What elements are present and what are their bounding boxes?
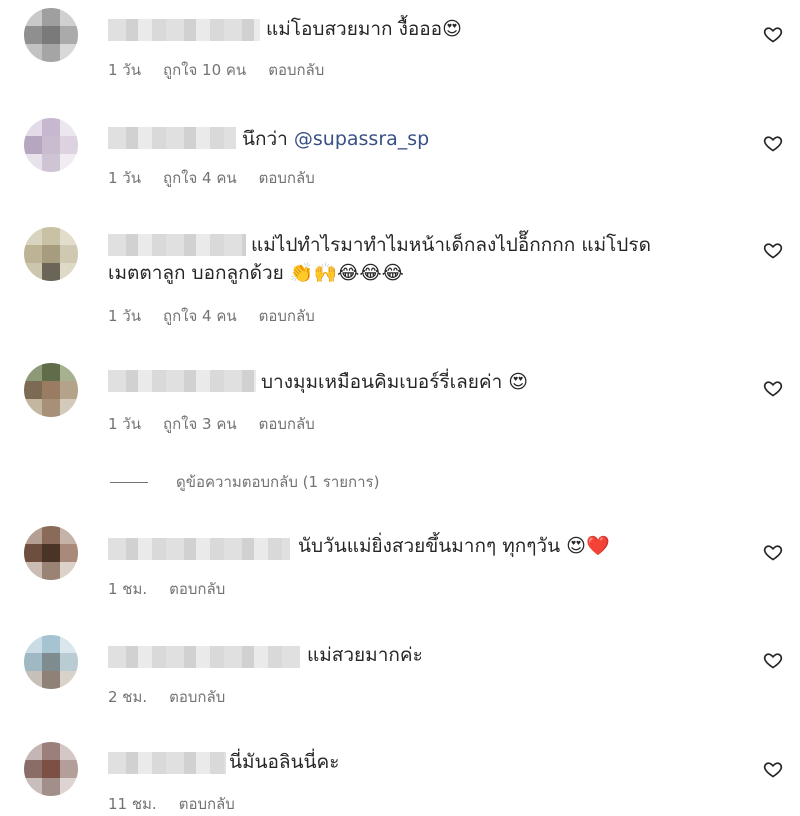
username-blurred[interactable] <box>108 538 290 560</box>
username-blurred[interactable] <box>108 127 236 149</box>
heart-outline-icon[interactable] <box>763 759 783 779</box>
avatar[interactable] <box>24 363 78 417</box>
reply-button[interactable]: ตอบกลับ <box>169 580 225 598</box>
comment-meta: 1 วัน ถูกใจ 4 คน ตอบกลับ <box>108 166 337 190</box>
comment-text: นึกว่า @supassra_sp <box>242 124 429 154</box>
avatar[interactable] <box>24 8 78 62</box>
comment-time: 1 ชม. <box>108 580 148 598</box>
comment-meta: 1 วัน ถูกใจ 4 คน ตอบกลับ <box>108 304 337 328</box>
view-replies-line <box>110 482 148 483</box>
comment-text: แม่ไปทำไรมาทำไมหน้าเด็กลงไปอ็๊กกกก แม่โป… <box>251 234 651 256</box>
heart-outline-icon[interactable] <box>763 542 783 562</box>
username-blurred[interactable] <box>108 234 246 256</box>
reply-button[interactable]: ตอบกลับ <box>268 61 324 79</box>
like-count[interactable]: ถูกใจ 3 คน <box>163 415 237 433</box>
avatar[interactable] <box>24 635 78 689</box>
reply-button[interactable]: ตอบกลับ <box>169 688 225 706</box>
comment-meta: 11 ชม. ตอบกลับ <box>108 792 257 816</box>
reply-button[interactable]: ตอบกลับ <box>259 307 315 325</box>
comment-text: แม่โอบสวยมาก งื้อออ😍 <box>266 18 462 40</box>
heart-outline-icon[interactable] <box>763 240 783 260</box>
view-replies-label: ดูข้อความตอบกลับ (1 รายการ) <box>176 473 380 491</box>
avatar[interactable] <box>24 118 78 172</box>
comment-text: แม่สวยมากค่ะ <box>307 644 423 666</box>
comment-meta: 2 ชม. ตอบกลับ <box>108 685 247 709</box>
comment-time: 1 วัน <box>108 169 141 187</box>
comment-text-line2: เมตตาลูก บอกลูกด้วย 👏🙌😂😂😂 <box>108 262 404 284</box>
reply-button[interactable]: ตอบกลับ <box>259 415 315 433</box>
avatar[interactable] <box>24 227 78 281</box>
heart-outline-icon[interactable] <box>763 24 783 44</box>
comment-time: 1 วัน <box>108 415 141 433</box>
comment-meta: 1 วัน ถูกใจ 3 คน ตอบกลับ <box>108 412 337 436</box>
comment-time: 2 ชม. <box>108 688 148 706</box>
heart-outline-icon[interactable] <box>763 133 783 153</box>
reply-button[interactable]: ตอบกลับ <box>179 795 235 813</box>
comment-text-body: นึกว่า <box>242 128 294 150</box>
comment-time: 1 วัน <box>108 61 141 79</box>
like-count[interactable]: ถูกใจ 10 คน <box>163 61 246 79</box>
comment-meta: 1 วัน ถูกใจ 10 คน ตอบกลับ <box>108 58 346 82</box>
comment-meta: 1 ชม. ตอบกลับ <box>108 577 247 601</box>
comment-text: นับวันแม่ยิ่งสวยขึ้นมากๆ ทุกๆวัน 😍❤️ <box>298 535 610 557</box>
username-blurred[interactable] <box>108 646 300 668</box>
reply-button[interactable]: ตอบกลับ <box>259 169 315 187</box>
heart-outline-icon[interactable] <box>763 378 783 398</box>
like-count[interactable]: ถูกใจ 4 คน <box>163 169 237 187</box>
comment-text: นี่มันอลินนี่คะ <box>229 751 340 773</box>
view-replies-button[interactable]: ดูข้อความตอบกลับ (1 รายการ) <box>110 470 379 494</box>
username-blurred[interactable] <box>108 19 260 41</box>
username-blurred[interactable] <box>108 752 226 774</box>
like-count[interactable]: ถูกใจ 4 คน <box>163 307 237 325</box>
mention-link[interactable]: @supassra_sp <box>294 128 429 150</box>
avatar[interactable] <box>24 742 78 796</box>
heart-outline-icon[interactable] <box>763 650 783 670</box>
comment-time: 11 ชม. <box>108 795 157 813</box>
avatar[interactable] <box>24 526 78 580</box>
comment-text: บางมุมเหมือนคิมเบอร์รี่เลยค่า 😍 <box>261 371 529 393</box>
username-blurred[interactable] <box>108 370 256 392</box>
comment-time: 1 วัน <box>108 307 141 325</box>
